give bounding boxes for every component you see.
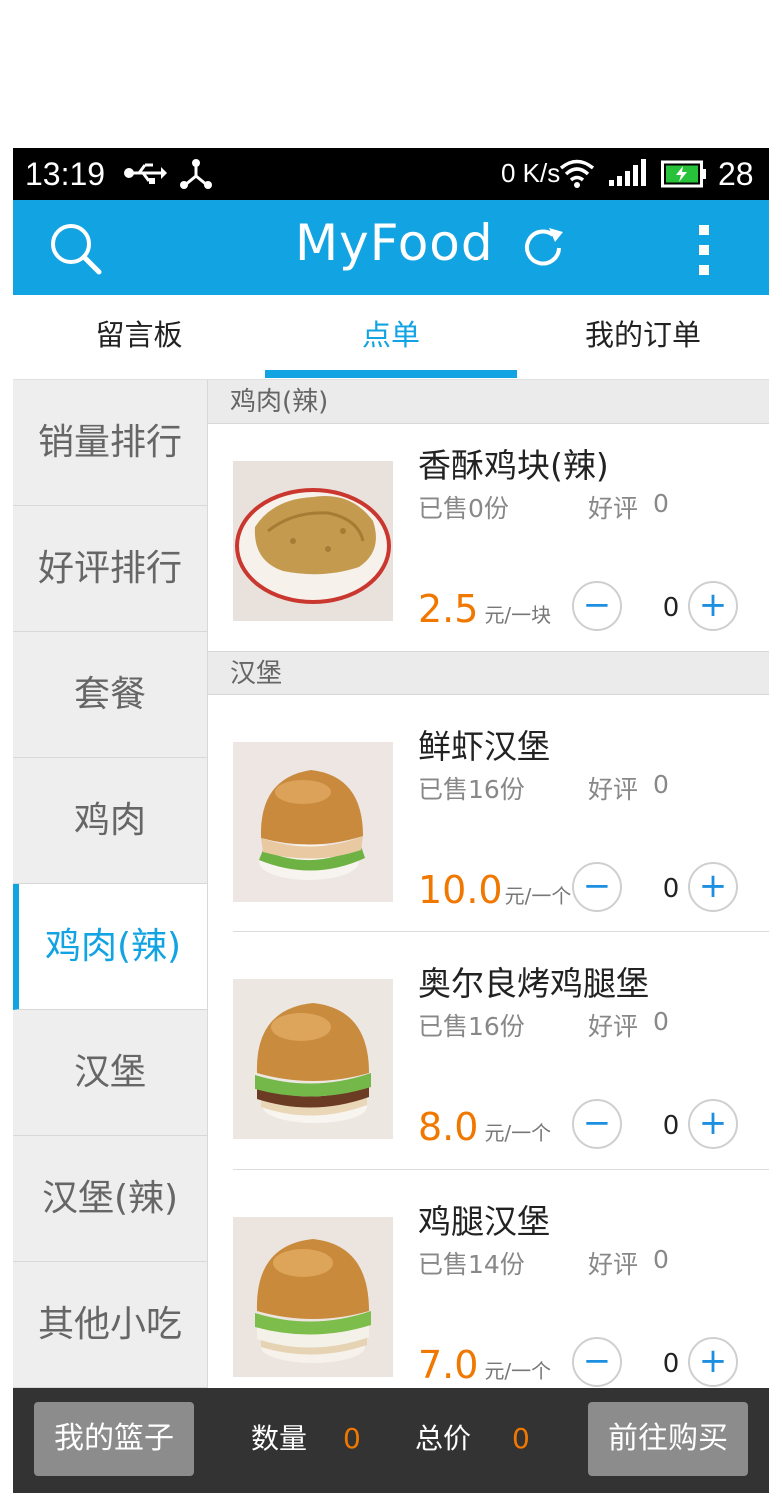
total-value: 0 xyxy=(512,1422,530,1455)
item-rating-label: 好评 xyxy=(588,1012,639,1041)
category-item[interactable]: 鸡肉 xyxy=(13,758,207,884)
tab-my-orders[interactable]: 我的订单 xyxy=(517,295,769,379)
price-unit: 元/一个 xyxy=(504,884,572,908)
menu-list: 鸡肉(辣) 香酥鸡块(辣) 已售0份 好评 0 2.5 元/一块 − 0 + 汉堡 xyxy=(208,380,769,1388)
more-vert-icon[interactable] xyxy=(696,222,712,282)
category-sidebar: 销量排行 好评排行 套餐 鸡肉 鸡肉(辣) 汉堡 汉堡(辣) 其他小吃 xyxy=(13,380,208,1388)
category-item[interactable]: 套餐 xyxy=(13,632,207,758)
menu-item: 鲜虾汉堡 已售16份 好评 0 10.0 元/一个 − 0 + xyxy=(208,696,769,932)
wifi-icon xyxy=(559,158,595,192)
item-name: 鸡腿汉堡 xyxy=(418,1202,550,1241)
item-rating: 0 xyxy=(653,489,669,518)
item-rating: 0 xyxy=(653,1007,669,1036)
menu-item: 奥尔良烤鸡腿堡 已售16份 好评 0 8.0 元/一个 − 0 + xyxy=(208,933,769,1170)
item-divider xyxy=(233,931,769,932)
item-sold: 已售16份 xyxy=(418,775,525,804)
item-name: 鲜虾汉堡 xyxy=(418,727,550,766)
count-value: 0 xyxy=(343,1422,361,1455)
usb-icon xyxy=(123,158,167,192)
item-divider xyxy=(233,1169,769,1170)
item-name: 香酥鸡块(辣) xyxy=(418,446,609,485)
section-header: 汉堡 xyxy=(208,651,769,695)
phone-screen: 13:19 0 K/s 28 MyFood 留言板 点单 我的订单 销量排行 好… xyxy=(13,148,769,1493)
item-quantity: 0 xyxy=(662,1111,680,1141)
decrease-button[interactable]: − xyxy=(572,1099,622,1149)
app-bar: MyFood xyxy=(13,200,769,295)
food-image-fried-chicken xyxy=(233,461,393,621)
tab-message-board[interactable]: 留言板 xyxy=(13,295,265,379)
refresh-icon[interactable] xyxy=(519,224,567,276)
item-sold: 已售16份 xyxy=(418,1012,525,1041)
price-unit: 元/一个 xyxy=(484,1359,552,1383)
price-unit: 元/一块 xyxy=(484,603,552,627)
category-item[interactable]: 销量排行 xyxy=(13,380,207,506)
section-header: 鸡肉(辣) xyxy=(208,380,769,424)
price-value: 10.0 xyxy=(418,868,503,912)
decrease-button[interactable]: − xyxy=(572,862,622,912)
tab-indicator xyxy=(265,370,517,378)
item-rating-label: 好评 xyxy=(588,494,639,523)
item-quantity: 0 xyxy=(662,874,680,904)
price-value: 8.0 xyxy=(418,1105,479,1149)
battery-level: 28 xyxy=(718,156,754,192)
tab-bar: 留言板 点单 我的订单 xyxy=(13,295,769,381)
item-price: 7.0 元/一个 xyxy=(418,1343,551,1387)
share-icon xyxy=(179,158,213,194)
item-rating-label: 好评 xyxy=(588,1250,639,1279)
category-item[interactable]: 好评排行 xyxy=(13,506,207,632)
increase-button[interactable]: + xyxy=(688,1099,738,1149)
increase-button[interactable]: + xyxy=(688,1337,738,1387)
tab-order[interactable]: 点单 xyxy=(265,295,517,379)
count-label: 数量 xyxy=(251,1422,308,1455)
category-item[interactable]: 其他小吃 xyxy=(13,1262,207,1388)
item-price: 2.5 元/一块 xyxy=(418,587,551,631)
app-title: MyFood xyxy=(295,214,494,272)
item-rating-label: 好评 xyxy=(588,775,639,804)
item-sold: 已售0份 xyxy=(418,494,509,523)
item-quantity: 0 xyxy=(662,593,680,623)
net-speed: 0 K/s xyxy=(501,158,561,188)
item-sold: 已售14份 xyxy=(418,1250,525,1279)
increase-button[interactable]: + xyxy=(688,581,738,631)
menu-item: 香酥鸡块(辣) 已售0份 好评 0 2.5 元/一块 − 0 + xyxy=(208,425,769,651)
food-image-chicken-leg-burger xyxy=(233,1217,393,1377)
item-rating: 0 xyxy=(653,1245,669,1274)
item-price: 8.0 元/一个 xyxy=(418,1105,551,1149)
search-icon[interactable] xyxy=(49,222,103,280)
total-label: 总价 xyxy=(415,1422,472,1455)
item-price: 10.0 元/一个 xyxy=(418,868,571,912)
decrease-button[interactable]: − xyxy=(572,1337,622,1387)
battery-icon xyxy=(661,160,707,192)
price-value: 2.5 xyxy=(418,587,479,631)
bottom-bar: 我的篮子 数量 0 总价 0 前往购买 xyxy=(13,1388,769,1493)
increase-button[interactable]: + xyxy=(688,862,738,912)
signal-icon xyxy=(609,158,649,192)
status-bar: 13:19 0 K/s 28 xyxy=(13,148,769,200)
category-item-active[interactable]: 鸡肉(辣) xyxy=(13,884,207,1010)
food-image-shrimp-burger xyxy=(233,742,393,902)
price-unit: 元/一个 xyxy=(484,1121,552,1145)
menu-item: 鸡腿汉堡 已售14份 好评 0 7.0 元/一个 − 0 + xyxy=(208,1171,769,1388)
item-name: 奥尔良烤鸡腿堡 xyxy=(418,964,649,1003)
checkout-button[interactable]: 前往购买 xyxy=(588,1402,748,1476)
decrease-button[interactable]: − xyxy=(572,581,622,631)
my-basket-button[interactable]: 我的篮子 xyxy=(34,1402,194,1476)
category-item[interactable]: 汉堡 xyxy=(13,1010,207,1136)
status-time: 13:19 xyxy=(25,156,106,192)
item-rating: 0 xyxy=(653,770,669,799)
item-quantity: 0 xyxy=(662,1349,680,1379)
food-image-orleans-burger xyxy=(233,979,393,1139)
category-item[interactable]: 汉堡(辣) xyxy=(13,1136,207,1262)
price-value: 7.0 xyxy=(418,1343,479,1387)
